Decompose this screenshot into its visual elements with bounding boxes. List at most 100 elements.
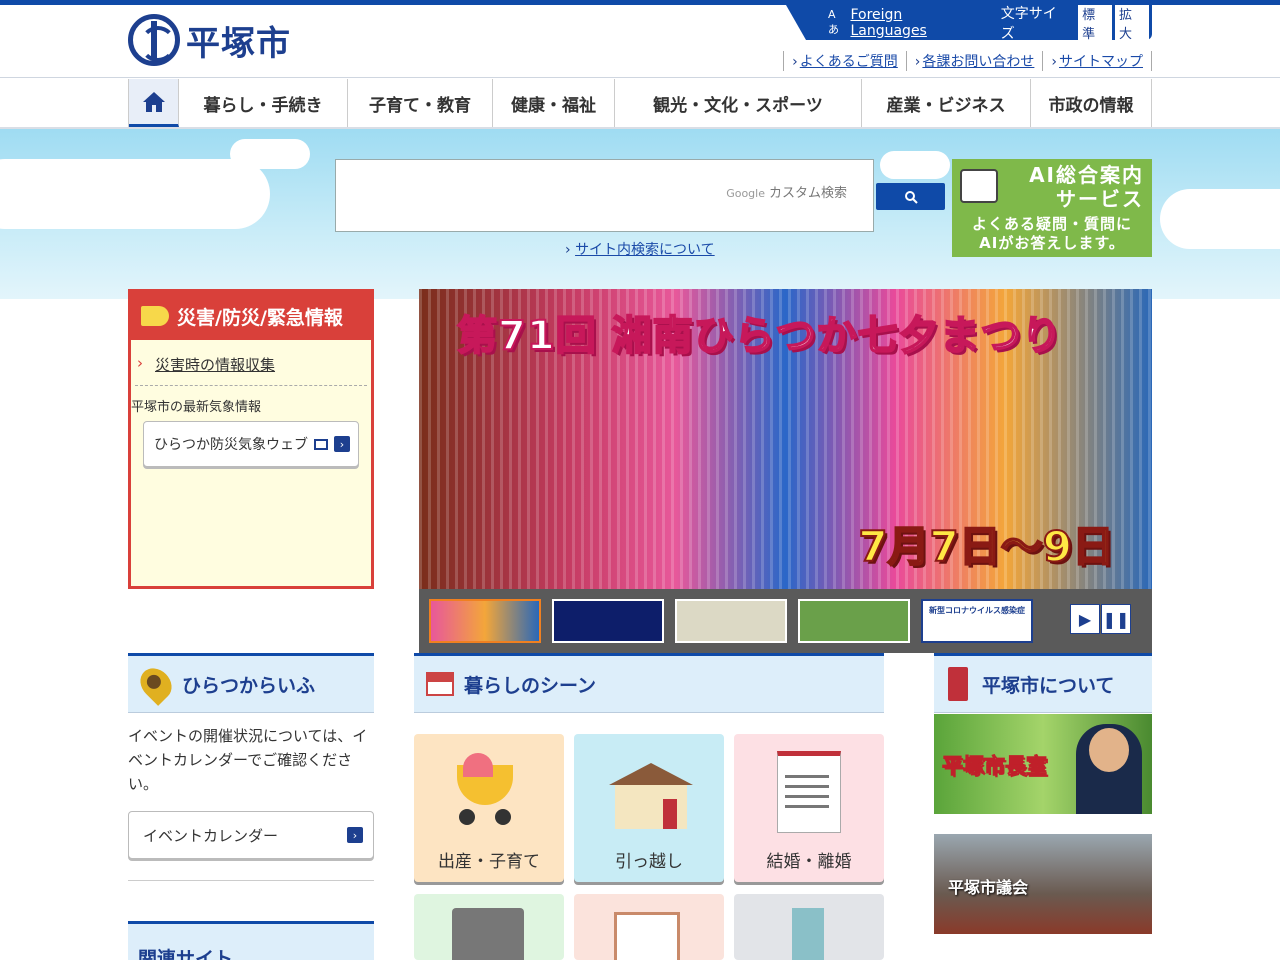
header-sublinks: よくあるご質問 各課お問い合わせ サイトマップ bbox=[783, 51, 1152, 71]
sitemap-link[interactable]: サイトマップ bbox=[1059, 54, 1143, 70]
nav-health[interactable]: 健康・福祉 bbox=[493, 79, 615, 127]
search-about-link[interactable]: サイト内検索について bbox=[575, 242, 715, 258]
pause-icon: ❚❚ bbox=[1102, 609, 1130, 629]
utility-bar: Aあ Foreign Languages 文字サイズ 標準 拡大 bbox=[786, 5, 1152, 40]
thumbnail-1[interactable] bbox=[429, 599, 541, 643]
thumbnail-4[interactable] bbox=[798, 599, 910, 643]
scene-card-medical[interactable] bbox=[574, 894, 724, 960]
life-heading: ひらつからいふ bbox=[128, 653, 374, 713]
document-form-icon bbox=[769, 751, 849, 833]
nav-industry[interactable]: 産業・ビジネス bbox=[862, 79, 1031, 127]
nav-childcare[interactable]: 子育て・教育 bbox=[348, 79, 493, 127]
megaphone-icon bbox=[141, 306, 169, 326]
trash-can-icon bbox=[452, 908, 524, 960]
hero-slide[interactable]: 第71回 湘南ひらつか七夕まつり 7月7日〜9日 bbox=[419, 289, 1152, 589]
city-emblem-icon bbox=[128, 14, 180, 66]
nav-home[interactable] bbox=[129, 79, 179, 127]
bottle-icon bbox=[792, 908, 824, 960]
tanabata-icon bbox=[948, 667, 968, 701]
ai-robot-icon bbox=[960, 169, 998, 203]
city-council-banner[interactable]: 平塚市議会 bbox=[934, 834, 1152, 934]
font-standard-button[interactable]: 標準 bbox=[1078, 5, 1113, 40]
disaster-info-box: 災害/防災/緊急情報 災害時の情報収集 平塚市の最新気象情報 ひらつか防災気象ウ… bbox=[128, 289, 374, 589]
map-pin-icon bbox=[134, 662, 178, 706]
nav-city-info[interactable]: 市政の情報 bbox=[1031, 79, 1152, 127]
about-heading-text: 平塚市について bbox=[982, 674, 1115, 697]
home-icon bbox=[142, 91, 165, 112]
clipboard-stethoscope-icon bbox=[614, 912, 680, 960]
global-nav: 暮らし・手続き 子育て・教育 健康・福祉 観光・文化・スポーツ 産業・ビジネス … bbox=[128, 79, 1152, 127]
thumbnail-2[interactable] bbox=[552, 599, 664, 643]
chevron-right-icon: › bbox=[334, 436, 350, 452]
search-about: サイト内検索について bbox=[565, 239, 715, 259]
life-description: イベントの開催状況については、イベントカレンダーでご確認ください。 bbox=[128, 727, 368, 793]
site-logo[interactable]: 平塚市 bbox=[128, 14, 291, 66]
search-icon bbox=[904, 190, 918, 204]
city-council-label: 平塚市議会 bbox=[948, 878, 1029, 897]
about-heading: 平塚市について bbox=[934, 653, 1152, 713]
ai-guide-banner[interactable]: AI総合案内 サービス よくある疑問・質問に AIがお答えします。 bbox=[952, 159, 1152, 257]
event-calendar-button[interactable]: イベントカレンダー › bbox=[128, 811, 374, 859]
font-large-button[interactable]: 拡大 bbox=[1115, 5, 1149, 40]
scene-label-birth: 出産・子育て bbox=[438, 852, 540, 872]
scene-card-garbage[interactable] bbox=[414, 894, 564, 960]
slide-thumbnails: 新型コロナウイルス感染症 bbox=[419, 589, 1152, 653]
play-icon: ▶ bbox=[1078, 609, 1092, 629]
faq-link[interactable]: よくあるご質問 bbox=[800, 54, 898, 70]
thumbnail-3[interactable] bbox=[675, 599, 787, 643]
stroller-icon bbox=[449, 751, 529, 831]
font-size-label: 文字サイズ bbox=[1000, 5, 1057, 42]
scene-card-birth[interactable]: 出産・子育て bbox=[414, 734, 564, 882]
disaster-info-item: 災害時の情報収集 bbox=[135, 340, 367, 386]
contact-link[interactable]: 各課お問い合わせ bbox=[922, 54, 1034, 70]
thumbnail-5[interactable]: 新型コロナウイルス感染症 bbox=[921, 599, 1033, 643]
search-placeholder: Google カスタム検索 bbox=[726, 182, 847, 201]
scenes-heading-text: 暮らしのシーン bbox=[464, 674, 597, 697]
hero-title: 第71回 湘南ひらつか七夕まつり bbox=[456, 312, 1063, 360]
disaster-info-link[interactable]: 災害時の情報収集 bbox=[155, 356, 275, 374]
event-calendar-label: イベントカレンダー bbox=[143, 826, 279, 845]
mayor-office-label: 平塚市長室 bbox=[942, 754, 1048, 779]
life-heading-text: ひらつからいふ bbox=[182, 674, 316, 697]
sublink-sitemap: サイトマップ bbox=[1042, 51, 1152, 71]
disaster-heading-text: 災害/防災/緊急情報 bbox=[177, 306, 343, 329]
scene-card-other[interactable] bbox=[734, 894, 884, 960]
mayor-office-banner[interactable]: 平塚市長室 bbox=[934, 714, 1152, 814]
site-search-input[interactable]: Google カスタム検索 bbox=[335, 159, 874, 232]
external-window-icon bbox=[314, 438, 328, 450]
sublink-faq: よくあるご質問 bbox=[783, 51, 906, 71]
scene-label-moving: 引っ越し bbox=[615, 852, 683, 872]
bousai-weather-label: ひらつか防災気象ウェブ bbox=[154, 437, 308, 453]
mayor-portrait bbox=[1076, 724, 1142, 814]
section-divider bbox=[128, 880, 374, 881]
play-button[interactable]: ▶ bbox=[1070, 604, 1100, 634]
house-icon bbox=[426, 672, 454, 696]
ai-subtitle-2: AIがお答えします。 bbox=[979, 234, 1125, 252]
cloud-decoration bbox=[0, 159, 270, 229]
nav-living[interactable]: 暮らし・手続き bbox=[179, 79, 348, 127]
scene-label-marriage: 結婚・離婚 bbox=[766, 852, 852, 872]
scenes-heading: 暮らしのシーン bbox=[414, 653, 884, 713]
nav-tourism[interactable]: 観光・文化・スポーツ bbox=[615, 79, 862, 127]
scene-card-moving[interactable]: 引っ越し bbox=[574, 734, 724, 882]
google-brand: Google bbox=[726, 187, 765, 200]
sublink-contact: 各課お問い合わせ bbox=[905, 51, 1043, 71]
search-placeholder-text: カスタム検索 bbox=[768, 186, 847, 201]
cloud-decoration bbox=[1160, 189, 1280, 249]
weather-note: 平塚市の最新気象情報 bbox=[131, 400, 262, 415]
chevron-right-icon: › bbox=[347, 827, 363, 843]
cloud-decoration bbox=[230, 139, 310, 169]
cloud-decoration bbox=[880, 151, 950, 179]
language-icon: Aあ bbox=[828, 8, 839, 36]
site-header: 平塚市 Aあ Foreign Languages 文字サイズ 標準 拡大 よくあ… bbox=[0, 5, 1280, 78]
pause-button[interactable]: ❚❚ bbox=[1101, 604, 1131, 634]
house-building-icon bbox=[609, 751, 693, 831]
bousai-weather-button[interactable]: ひらつか防災気象ウェブ › bbox=[143, 421, 359, 467]
search-button[interactable] bbox=[876, 183, 945, 210]
disaster-heading: 災害/防災/緊急情報 bbox=[131, 292, 371, 340]
foreign-languages-link[interactable]: Foreign Languages bbox=[850, 7, 982, 39]
ai-subtitle-1: よくある疑問・質問に bbox=[971, 215, 1132, 233]
logo-text: 平塚市 bbox=[186, 23, 291, 64]
hero-dates: 7月7日〜9日 bbox=[857, 521, 1115, 572]
scene-card-marriage[interactable]: 結婚・離婚 bbox=[734, 734, 884, 882]
